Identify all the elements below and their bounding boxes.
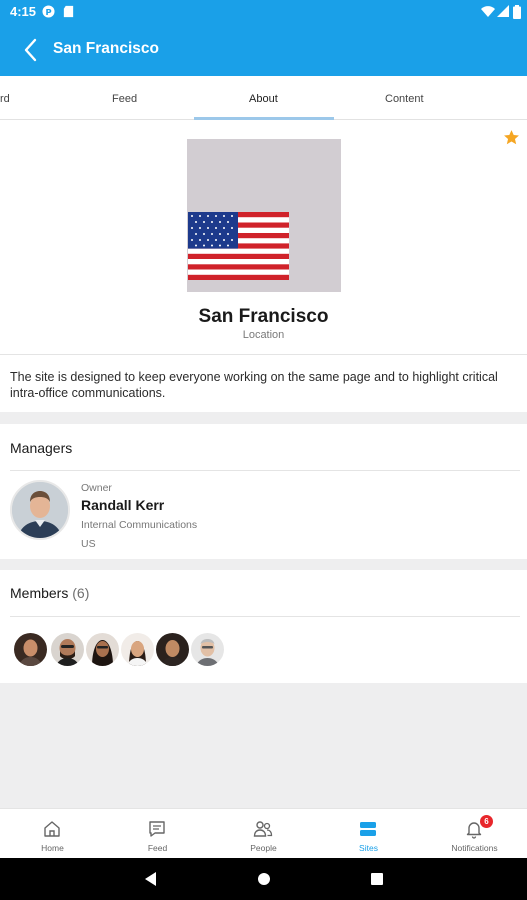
nav-notifications-label: Notifications	[451, 843, 498, 853]
system-recents-icon[interactable]	[370, 871, 384, 887]
tab-content[interactable]: Content	[385, 93, 424, 105]
owner-role: Owner	[81, 482, 112, 494]
battery-icon	[513, 5, 521, 19]
owner-department: Internal Communications	[81, 519, 198, 531]
nav-people[interactable]: People	[211, 809, 316, 859]
app-notification-icon: P	[42, 5, 55, 18]
nav-sites-label: Sites	[359, 843, 378, 853]
us-flag-icon	[188, 212, 289, 280]
tab-bar: rd Feed About Content	[0, 76, 527, 120]
nav-home[interactable]: Home	[0, 809, 105, 859]
nav-feed[interactable]: Feed	[105, 809, 210, 859]
members-title-label: Members	[10, 585, 69, 601]
owner-avatar[interactable]	[10, 480, 70, 540]
site-description: The site is designed to keep everyone wo…	[10, 370, 498, 400]
tab-dashboard[interactable]: rd	[0, 93, 10, 105]
divider	[0, 354, 527, 355]
signal-icon	[497, 5, 509, 17]
members-card: Members (6)	[0, 570, 527, 683]
page-title: San Francisco	[53, 40, 159, 57]
sd-card-icon	[63, 5, 74, 18]
system-home-icon[interactable]	[257, 871, 271, 887]
members-count: (6)	[72, 585, 90, 601]
tab-about[interactable]: About	[249, 93, 278, 105]
nav-home-label: Home	[41, 843, 64, 853]
site-type: Location	[242, 329, 285, 341]
owner-country: US	[81, 538, 96, 550]
nav-notifications[interactable]: 6 Notifications	[422, 809, 527, 859]
managers-card: Managers Owner Randall Kerr Internal Com…	[0, 424, 527, 559]
tab-feed[interactable]: Feed	[112, 93, 137, 105]
member-avatar[interactable]	[49, 631, 86, 668]
home-icon	[44, 821, 60, 837]
back-arrow-icon[interactable]	[18, 37, 44, 63]
svg-text:P: P	[45, 7, 51, 17]
bottom-navigation: Home Feed People Sites 6 Notifications	[0, 808, 527, 858]
member-avatar[interactable]	[119, 631, 156, 668]
notification-badge: 6	[480, 815, 493, 828]
member-avatar[interactable]	[189, 631, 226, 668]
people-icon	[253, 821, 273, 837]
sites-icon	[360, 822, 376, 836]
feed-icon	[149, 821, 165, 837]
nav-sites[interactable]: Sites	[316, 809, 421, 859]
favorite-star-icon[interactable]	[503, 129, 520, 146]
status-bar: 4:15 P	[0, 0, 527, 24]
app-bar: San Francisco	[0, 24, 527, 76]
owner-name[interactable]: Randall Kerr	[81, 497, 164, 513]
site-name: San Francisco	[198, 306, 329, 327]
divider	[10, 470, 520, 471]
member-avatar[interactable]	[12, 631, 49, 668]
member-avatar[interactable]	[154, 631, 191, 668]
nav-people-label: People	[250, 843, 277, 853]
site-header-card: San Francisco Location The site is desig…	[0, 120, 527, 412]
managers-title: Managers	[10, 440, 73, 456]
system-navigation-bar	[0, 858, 527, 900]
nav-feed-label: Feed	[147, 843, 168, 853]
wifi-icon	[481, 6, 495, 17]
status-time: 4:15	[10, 4, 37, 19]
member-avatar[interactable]	[84, 631, 121, 668]
system-back-icon[interactable]	[143, 871, 157, 887]
members-title: Members (6)	[10, 585, 89, 601]
site-image	[187, 139, 341, 292]
divider	[10, 616, 520, 617]
